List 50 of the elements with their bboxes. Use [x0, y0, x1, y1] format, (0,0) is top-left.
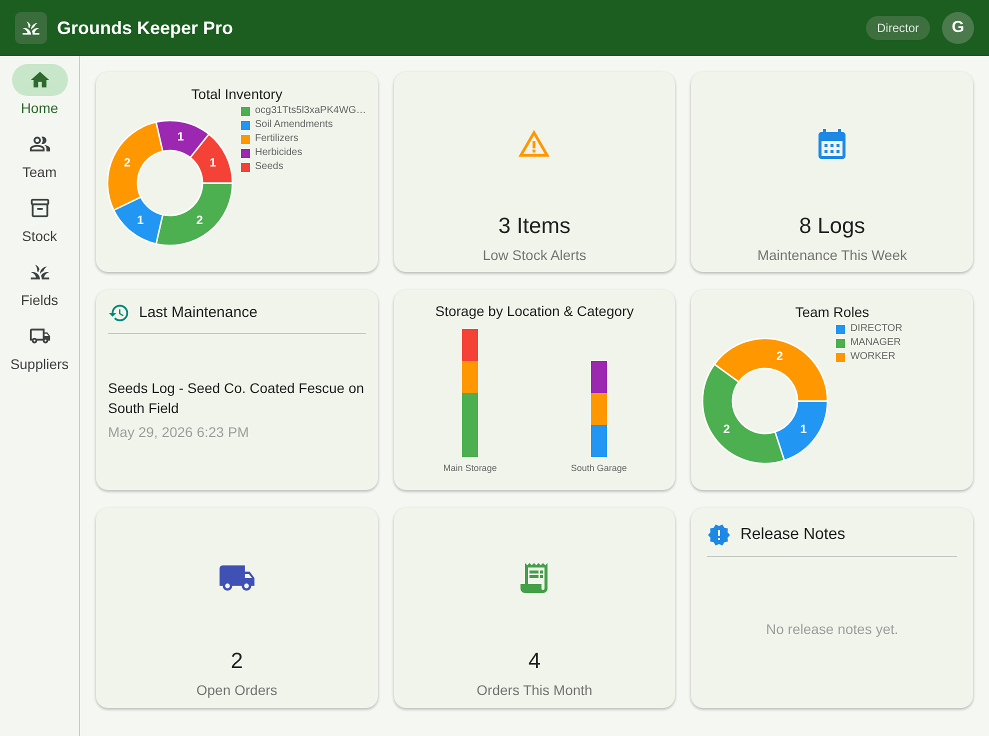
- stat-label: Orders This Month: [476, 681, 592, 700]
- app-title: Grounds Keeper Pro: [57, 16, 234, 40]
- log-timestamp: May 29, 2026 6:23 PM: [108, 423, 250, 442]
- role-badge: Director: [866, 16, 930, 40]
- card-title: Release Notes: [740, 525, 846, 545]
- slice-value-label: 2: [776, 348, 784, 363]
- stat-value: 2: [230, 647, 243, 675]
- stat-label: Maintenance This Week: [757, 246, 907, 265]
- log-entry: Seeds Log - Seed Co. Coated Fescue on South Field: [108, 379, 366, 418]
- history-icon: [108, 302, 130, 324]
- legend-label: DIRECTOR: [850, 322, 902, 336]
- nav-item[interactable]: Fields: [2, 256, 78, 310]
- chart-title: Storage by Location & Category: [434, 302, 635, 320]
- bar-segment: [462, 329, 478, 361]
- chart-title: Team Roles: [794, 303, 870, 321]
- legend-label: ocg31Tts5l3xaPK4WG…: [255, 104, 366, 118]
- legend-label: Soil Amendments: [255, 118, 333, 132]
- card-title: Last Maintenance: [139, 303, 258, 323]
- alert-badge-icon: [707, 523, 732, 547]
- stat-label: Open Orders: [196, 681, 278, 700]
- bar-category-label: Main Storage: [443, 462, 497, 474]
- grass-logo-icon: [15, 12, 47, 44]
- empty-message: No release notes yet.: [766, 620, 898, 638]
- legend-label: Seeds: [255, 160, 284, 174]
- nav-item[interactable]: Suppliers: [2, 320, 78, 374]
- stat-value: 8 Logs: [799, 212, 866, 240]
- bar-segment: [590, 361, 607, 393]
- slice-value-label: 1: [177, 130, 184, 144]
- stat-label: Low Stock Alerts: [482, 246, 586, 265]
- user-avatar[interactable]: G: [942, 12, 974, 44]
- legend-label: Fertilizers: [255, 132, 298, 146]
- legend-label: Herbicides: [255, 146, 302, 160]
- legend-label: WORKER: [850, 350, 896, 364]
- stat-value: 3 Items: [498, 212, 571, 240]
- nav-item[interactable]: Home: [2, 64, 78, 118]
- slice-value-label: 1: [137, 213, 144, 228]
- slice-value-label: 2: [724, 422, 730, 436]
- bar-category-label: South Garage: [570, 462, 627, 474]
- stat-value: 4: [528, 647, 541, 675]
- nav-item[interactable]: Team: [2, 128, 78, 182]
- slice-value-label: 2: [124, 155, 131, 170]
- slice-value-label: 1: [800, 422, 808, 436]
- nav-item[interactable]: Stock: [2, 192, 78, 246]
- legend-label: MANAGER: [850, 336, 901, 350]
- bar-segment: [590, 393, 607, 425]
- bar-segment: [590, 425, 607, 457]
- slice-value-label: 2: [196, 213, 203, 228]
- storage-box-icon: [28, 197, 50, 219]
- slice-value-label: 1: [209, 155, 216, 170]
- chart-title: Total Inventory: [190, 85, 284, 103]
